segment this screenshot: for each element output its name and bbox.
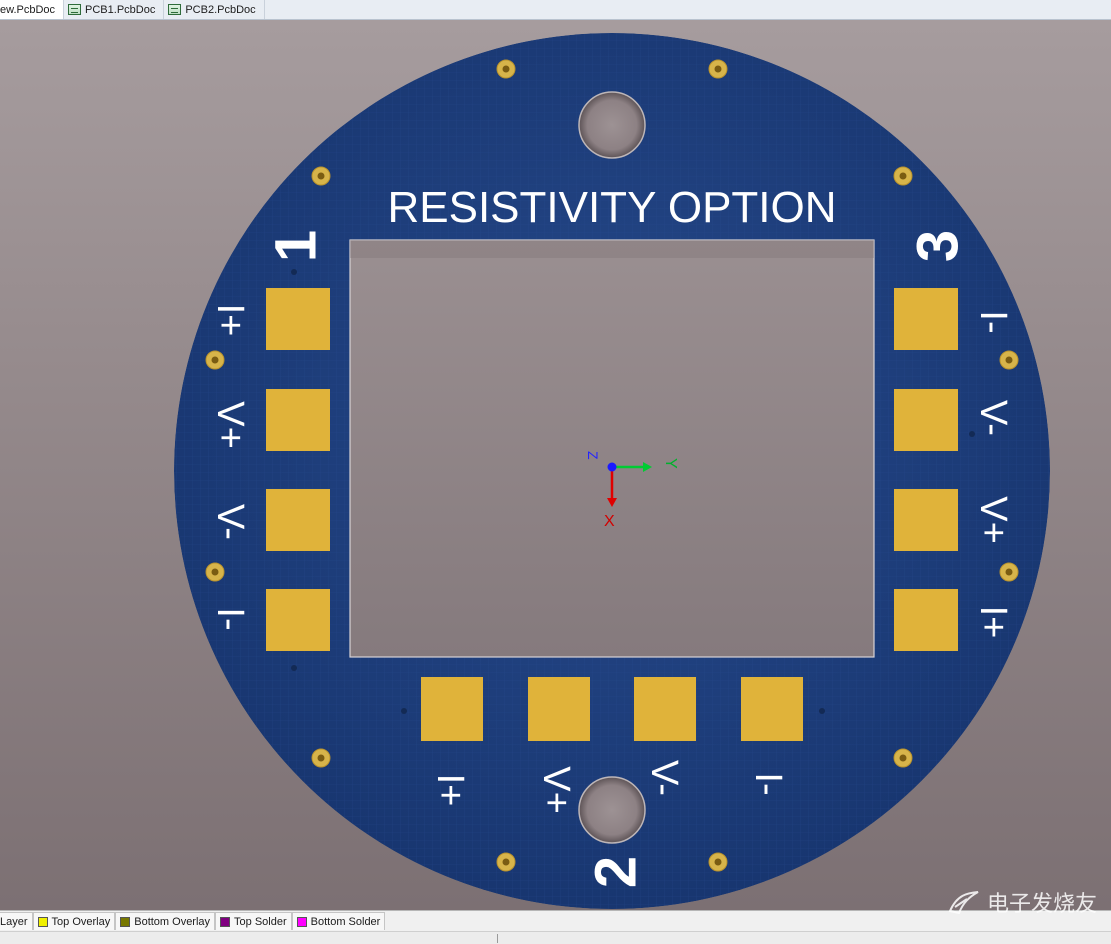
tab-label: PCB1.PcbDoc <box>85 3 156 16</box>
tab-ew-pcbdoc[interactable]: ew.PcbDoc <box>0 0 65 19</box>
watermark: 电子发烧友 <box>947 886 1097 918</box>
board-title: RESISTIVITY OPTION <box>387 183 836 232</box>
bottom-pin-label: V- <box>643 760 685 796</box>
right-pin-label: V- <box>972 400 1014 436</box>
layer-tab-top-overlay[interactable]: Top Overlay <box>32 912 116 930</box>
tab-pcb2-pcbdoc[interactable]: PCB2.PcbDoc <box>164 0 265 19</box>
status-bar <box>0 931 1111 944</box>
axis-label-x: X <box>604 513 615 530</box>
pad <box>266 389 330 451</box>
pcb-document-icon <box>168 4 182 15</box>
pad <box>528 677 590 741</box>
layer-tab-bottom-overlay[interactable]: Bottom Overlay <box>115 912 216 930</box>
right-pin-label: V+ <box>972 496 1014 544</box>
layer-tab-bar: Layer Top Overlay Bottom Overlay Top Sol… <box>0 910 1111 931</box>
axis-label-z: Z <box>585 451 601 460</box>
layer-tab-label: Top Overlay <box>51 915 111 928</box>
right-pin-label: I- <box>972 310 1014 333</box>
layer-color-swatch <box>120 916 131 927</box>
watermark-text: 电子发烧友 <box>986 892 1097 917</box>
bottom-pin-label: V+ <box>535 766 577 814</box>
layer-tab-top-solder[interactable]: Top Solder <box>215 912 292 930</box>
pcb-board-render: RESISTIVITY OPTION 1 3 2 I+ V+ V- I- I- … <box>174 33 1050 909</box>
layer-tab-label: Layer <box>0 915 28 928</box>
corner-label-left: 1 <box>264 230 329 262</box>
left-pin-label: V+ <box>209 401 251 449</box>
pad <box>634 677 696 741</box>
layer-tab-bottom-solder[interactable]: Bottom Solder <box>291 912 386 930</box>
layer-color-swatch <box>37 916 48 927</box>
tab-label: ew.PcbDoc <box>0 3 56 16</box>
layer-color-swatch <box>296 916 307 927</box>
pad <box>421 677 483 741</box>
layer-tab-label: Bottom Solder <box>310 915 381 928</box>
bottom-pin-label: I- <box>747 772 789 795</box>
pad <box>266 589 330 651</box>
pad <box>894 489 958 551</box>
corner-label-right: 3 <box>906 230 971 262</box>
pad <box>266 288 330 350</box>
document-tab-bar: ew.PcbDoc PCB1.PcbDoc PCB2.PcbDoc <box>0 0 1111 20</box>
pad <box>894 389 958 451</box>
layer-tab-label: Top Solder <box>234 915 287 928</box>
bottom-pin-label: I+ <box>429 774 471 807</box>
layer-tab-layer[interactable]: Layer <box>0 912 33 930</box>
pad <box>266 489 330 551</box>
mounting-hole-top <box>578 91 646 159</box>
left-pin-label: I- <box>209 607 251 630</box>
pad <box>741 677 803 741</box>
corner-label-bottom: 2 <box>584 856 649 888</box>
axis-label-y: Y <box>662 458 679 469</box>
axis-origin <box>607 462 617 472</box>
pcb-document-icon <box>68 4 82 15</box>
tab-pcb1-pcbdoc[interactable]: PCB1.PcbDoc <box>64 0 165 19</box>
right-pin-label: I+ <box>972 606 1014 639</box>
watermark-logo-icon <box>948 891 979 915</box>
pad <box>894 589 958 651</box>
tab-label: PCB2.PcbDoc <box>185 3 256 16</box>
center-cutout <box>349 239 875 658</box>
layer-tab-label: Bottom Overlay <box>134 915 211 928</box>
left-pin-label: I+ <box>209 304 251 337</box>
pcb-3d-viewport[interactable]: RESISTIVITY OPTION 1 3 2 I+ V+ V- I- I- … <box>0 20 1111 910</box>
pad <box>894 288 958 350</box>
layer-color-swatch <box>220 916 231 927</box>
left-pin-label: V- <box>209 504 251 540</box>
status-separator <box>497 934 498 943</box>
mounting-hole-bottom <box>578 776 646 844</box>
